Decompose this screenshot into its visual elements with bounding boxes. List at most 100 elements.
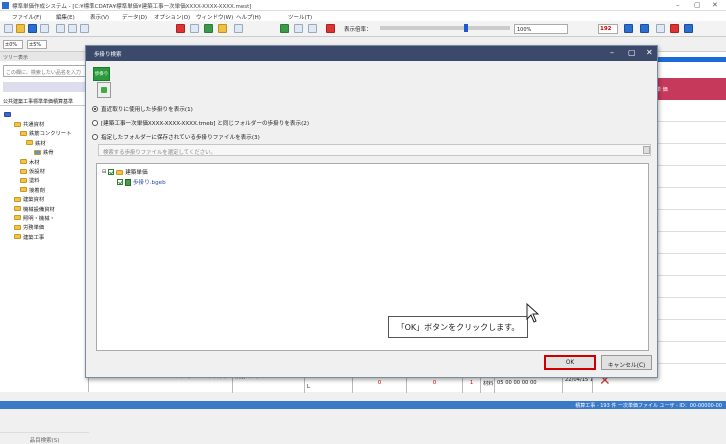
menu-view[interactable]: 表示(V) xyxy=(90,13,109,21)
tree-item[interactable]: 労務単価 xyxy=(4,223,88,232)
radio-icon[interactable] xyxy=(92,120,98,126)
tree-pane-header: ツリー表示 xyxy=(0,52,89,61)
app-icon xyxy=(2,2,9,9)
tree-item[interactable]: 建築資材 xyxy=(4,195,88,204)
toolbar: 表示倍率： 100% 192 xyxy=(0,21,726,37)
radio-selected-icon[interactable] xyxy=(92,106,98,112)
tree-item[interactable]: 照明・機械・ xyxy=(4,213,88,222)
zoom-field-2[interactable]: ±5% xyxy=(27,40,47,49)
browse-button[interactable] xyxy=(643,146,650,154)
instruction-callout: 「OK」ボタンをクリックします。 xyxy=(388,316,528,338)
dialog-maximize-button[interactable]: ▢ xyxy=(628,48,636,57)
dialog-close-button[interactable]: ✕ xyxy=(646,48,653,57)
dialog-minimize-button[interactable]: – xyxy=(610,48,614,57)
radio-icon[interactable] xyxy=(92,134,98,140)
folder-icon xyxy=(116,169,124,175)
checkbox-icon[interactable] xyxy=(108,169,115,175)
item-icon xyxy=(34,149,41,155)
zoom-field-1[interactable]: ±0% xyxy=(3,40,23,49)
menu-edit[interactable]: 編集(E) xyxy=(56,13,75,21)
sort-icon[interactable] xyxy=(308,24,317,33)
menu-file[interactable]: ファイル(F) xyxy=(12,13,41,21)
ayumi-badge: 歩掛り xyxy=(93,67,110,81)
check-icon[interactable] xyxy=(204,24,213,33)
folder-icon xyxy=(20,187,27,193)
search-icon[interactable] xyxy=(234,24,243,33)
minimize-button[interactable]: – xyxy=(676,1,680,9)
file-icon xyxy=(125,178,131,186)
menu-bar: ファイル(F) 編集(E) 表示(V) データ(D) オプション(O) ウィンド… xyxy=(0,11,726,21)
zoom-select[interactable]: 100% xyxy=(514,24,568,34)
checkbox-icon[interactable] xyxy=(117,179,123,185)
tree-root[interactable] xyxy=(4,110,88,119)
dialog-title: 歩掛り検索 xyxy=(94,52,122,58)
nav-icon-3[interactable] xyxy=(656,24,665,33)
delete-icon[interactable] xyxy=(176,24,185,33)
percent-icon[interactable] xyxy=(326,24,335,33)
folder-icon xyxy=(20,168,27,174)
display-label: 表示倍率： xyxy=(344,27,372,33)
paste-icon[interactable] xyxy=(80,24,89,33)
tree-item[interactable]: 接着剤 xyxy=(4,185,88,194)
folder-icon xyxy=(26,140,33,146)
document-icon xyxy=(97,82,111,98)
menu-help[interactable]: ヘルプ(H) xyxy=(236,13,261,21)
folder-icon xyxy=(14,234,21,240)
option-recent[interactable]: 直近取りに使用した歩掛りを表示(1) xyxy=(92,104,193,114)
cut-icon[interactable] xyxy=(56,24,65,33)
filter-icon[interactable] xyxy=(294,24,303,33)
copy-icon[interactable] xyxy=(68,24,77,33)
tree-category-label: 公共建築工事標準単価積算基準 xyxy=(0,96,89,106)
undo-icon[interactable] xyxy=(190,24,199,33)
nav-icon-4[interactable] xyxy=(670,24,679,33)
tree-item[interactable]: 塗料 xyxy=(4,176,88,185)
tree-root-node[interactable]: ⊟ 建築単価 xyxy=(102,168,148,176)
item-search-button[interactable]: 品目検索(S) xyxy=(0,432,89,444)
zoom-slider-handle[interactable] xyxy=(464,24,468,32)
category-tree: 共通資材 鉄筋コンクリート 鉄材 鉄骨 木材 仮設材 塗料 接着剤 建築資材 機… xyxy=(4,110,88,241)
tree-item[interactable]: 鉄筋コンクリート xyxy=(4,129,88,138)
tree-item[interactable]: 鉄骨 xyxy=(4,148,88,157)
mouse-cursor-icon xyxy=(526,303,540,323)
window-titlebar: 標準単価作成システム - [C:¥標準CDATA¥標準単価¥建築工事一次単価XX… xyxy=(0,0,726,11)
folder-path-input[interactable]: 検索する歩掛りファイルを選定してください。 xyxy=(98,144,651,156)
folder-icon xyxy=(20,177,27,183)
tree-search-input[interactable]: この欄に、検索したい品名を入力 xyxy=(3,65,87,77)
tree-item[interactable]: 鉄材 xyxy=(4,138,88,147)
nav-icon-1[interactable] xyxy=(624,24,633,33)
tree-item[interactable]: 機械設備資材 xyxy=(4,204,88,213)
open-icon[interactable] xyxy=(16,24,25,33)
menu-window[interactable]: ウィンドウ(W) xyxy=(196,13,233,21)
ok-button[interactable]: OK xyxy=(544,355,596,370)
menu-data[interactable]: データ(D) xyxy=(122,13,147,21)
tree-item[interactable]: 建築工事 xyxy=(4,232,88,241)
grid-icon[interactable] xyxy=(280,24,289,33)
file-tree: ⊟ 建築単価 歩掛り.bgeb xyxy=(96,163,649,351)
tree-item[interactable]: 共通資材 xyxy=(4,119,88,128)
tree-item[interactable]: 仮設材 xyxy=(4,166,88,175)
tree-file-node[interactable]: 歩掛り.bgeb xyxy=(117,178,166,186)
dialog-titlebar: 歩掛り検索 – ▢ ✕ xyxy=(86,46,657,61)
menu-option[interactable]: オプション(O) xyxy=(154,13,190,21)
nav-icon-5[interactable] xyxy=(684,24,693,33)
save-icon[interactable] xyxy=(28,24,37,33)
count-field[interactable]: 192 xyxy=(598,24,618,34)
cancel-button[interactable]: キャンセル(C) xyxy=(601,355,652,370)
option-specified-folder[interactable]: 指定したフォルダーに保存されている歩掛りファイルを表示(3) xyxy=(92,132,260,142)
nav-icon-2[interactable] xyxy=(640,24,649,33)
tree-button-strip[interactable] xyxy=(3,82,87,92)
ayumi-icon: 歩掛り xyxy=(93,67,119,101)
status-bar: 積算工事 - 193 件 一次単価ファイル ユーザ - ID：00-00000-… xyxy=(0,401,726,409)
collapse-icon[interactable]: ⊟ xyxy=(102,169,106,175)
menu-tool[interactable]: ツール(T) xyxy=(288,13,312,21)
folder-icon xyxy=(14,224,21,230)
close-button[interactable]: ✕ xyxy=(712,1,718,9)
print-icon[interactable] xyxy=(40,24,49,33)
folder-icon[interactable] xyxy=(218,24,227,33)
maximize-button[interactable]: ▢ xyxy=(694,1,701,9)
new-icon[interactable] xyxy=(4,24,13,33)
tree-pane: ツリー表示 この欄に、検索したい品名を入力 公共建築工事標準単価積算基準 共通資… xyxy=(0,52,89,444)
option-same-folder[interactable]: [建築工事一次単価XXXX-XXXX-XXXX.tmeb] と同じフォルダーの歩… xyxy=(92,118,309,128)
tree-item[interactable]: 木材 xyxy=(4,157,88,166)
zoom-slider[interactable] xyxy=(380,24,510,32)
